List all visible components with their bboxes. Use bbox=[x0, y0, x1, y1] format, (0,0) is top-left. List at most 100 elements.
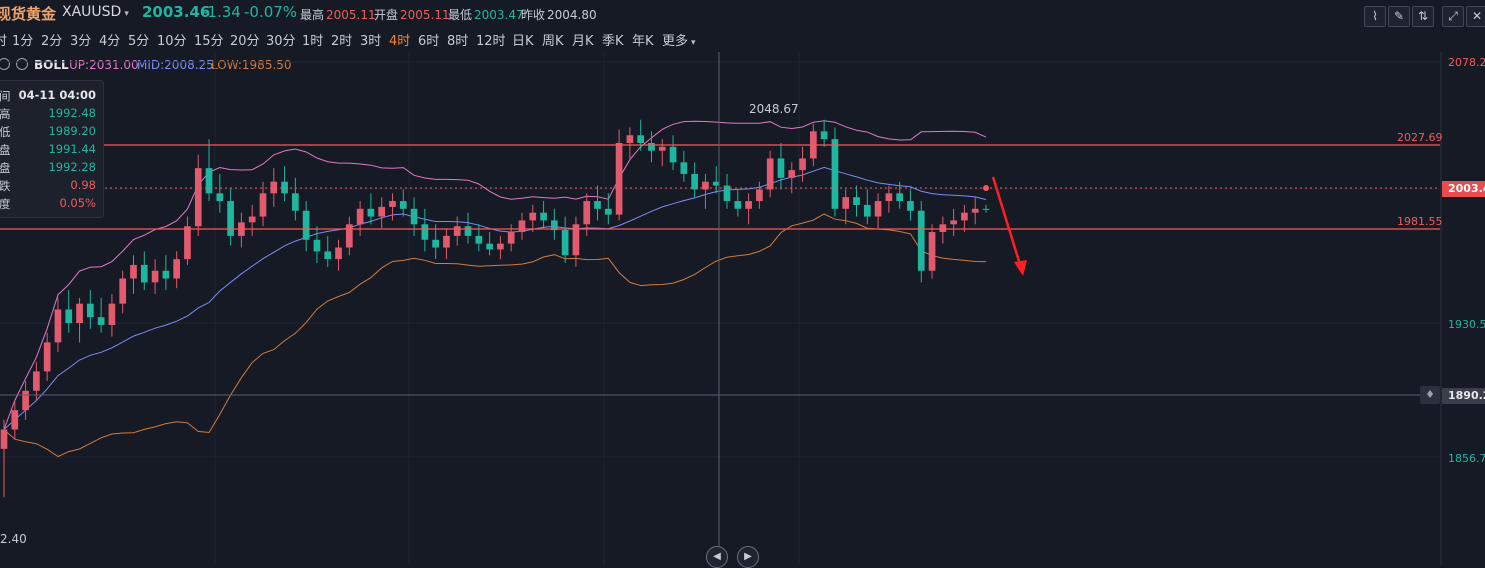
candle-body bbox=[540, 212, 547, 221]
tab-period[interactable]: 15分 bbox=[194, 30, 224, 49]
candle-body bbox=[410, 208, 418, 225]
candle-body bbox=[378, 206, 386, 217]
current-price-dot bbox=[983, 185, 989, 191]
candle-body bbox=[961, 212, 968, 221]
candle-body bbox=[205, 168, 213, 194]
candle-body bbox=[572, 224, 580, 256]
tab-period[interactable]: 8时 bbox=[447, 30, 468, 49]
candle-body bbox=[853, 197, 860, 205]
stat-label: 最高 bbox=[300, 8, 325, 22]
down-arrow-head bbox=[1014, 260, 1027, 276]
info-row-low: 低 1989.20 bbox=[0, 124, 103, 141]
axis-tick-label: 1930.5 bbox=[1448, 318, 1485, 331]
candle-body bbox=[475, 235, 483, 244]
boll-middle-band bbox=[3, 166, 987, 430]
info-value: 1992.48 bbox=[48, 106, 96, 120]
info-row-high: 高 1992.48 bbox=[0, 106, 103, 123]
stat-value: 2004.80 bbox=[547, 8, 597, 22]
candle-body bbox=[658, 146, 666, 151]
tab-period[interactable]: 日K bbox=[512, 30, 534, 49]
boll-up-value: UP:2031.00 bbox=[69, 58, 139, 72]
chevron-down-icon: ▾ bbox=[124, 9, 129, 19]
eye-icon[interactable] bbox=[16, 58, 28, 70]
candle-body bbox=[33, 371, 40, 391]
tab-period[interactable]: 周K bbox=[542, 30, 564, 49]
candle-body bbox=[259, 193, 267, 217]
stat-label: 昨收 bbox=[521, 8, 546, 22]
candles bbox=[0, 119, 990, 498]
tab-period[interactable]: 4分 bbox=[99, 30, 120, 49]
pencil-icon[interactable]: ✎ bbox=[1388, 6, 1410, 27]
candle-body bbox=[885, 193, 893, 202]
tab-period[interactable]: 20分 bbox=[230, 30, 260, 49]
tab-period[interactable]: 1时 bbox=[302, 30, 323, 49]
tab-period[interactable]: 时 bbox=[0, 30, 7, 49]
candle-body bbox=[745, 201, 752, 209]
gear-icon[interactable] bbox=[0, 58, 10, 70]
candle-body bbox=[896, 193, 904, 202]
candle-body bbox=[702, 181, 709, 190]
candle-body bbox=[216, 193, 224, 202]
candle-body bbox=[917, 210, 925, 271]
tab-period[interactable]: 月K bbox=[572, 30, 594, 49]
stat-open: 开盘 2005.11 bbox=[374, 6, 450, 23]
info-value: 04-11 04:00 bbox=[18, 88, 96, 102]
alert-bell-icon[interactable]: ♦ bbox=[1420, 386, 1440, 404]
price-change-percent: -0.07% bbox=[244, 3, 298, 21]
tab-period[interactable]: 5分 bbox=[128, 30, 149, 49]
tab-period[interactable]: 12时 bbox=[476, 30, 506, 49]
more-periods-dropdown[interactable]: 更多 ▾ bbox=[662, 30, 696, 49]
candle-body bbox=[227, 201, 234, 236]
candle-body bbox=[270, 181, 278, 194]
candle-body bbox=[184, 226, 191, 260]
tab-period[interactable]: 6时 bbox=[418, 30, 439, 49]
candle-body bbox=[626, 135, 634, 143]
tab-period-active[interactable]: 4时 bbox=[389, 30, 410, 49]
candle-body bbox=[831, 139, 839, 209]
candle-body bbox=[691, 173, 698, 190]
tab-period[interactable]: 3时 bbox=[360, 30, 381, 49]
candle-body bbox=[982, 208, 990, 210]
stat-low: 最低 2003.47 bbox=[448, 6, 524, 23]
candle-body bbox=[443, 235, 450, 248]
fullscreen-icon[interactable]: ⤢ bbox=[1442, 6, 1464, 27]
period-high-label: 2048.67 bbox=[749, 102, 799, 116]
candle-body bbox=[507, 232, 515, 244]
candle-body bbox=[76, 303, 83, 324]
candle-body bbox=[97, 317, 105, 325]
candle-body bbox=[162, 270, 170, 279]
stat-high: 最高 2005.11 bbox=[300, 6, 376, 23]
stat-label: 开盘 bbox=[374, 8, 399, 22]
tab-period[interactable]: 季K bbox=[602, 30, 624, 49]
down-arrow-line bbox=[991, 176, 1024, 272]
symbol-selector[interactable]: XAUUSD ▾ bbox=[62, 4, 129, 20]
tab-period[interactable]: 30分 bbox=[266, 30, 296, 49]
candle-body bbox=[43, 342, 51, 372]
candle-body bbox=[453, 226, 461, 236]
line-tool-icon[interactable]: ⌇ bbox=[1364, 6, 1386, 27]
settings-sliders-icon[interactable]: ⇅ bbox=[1412, 6, 1434, 27]
candle-body bbox=[518, 220, 526, 233]
candle-body bbox=[583, 201, 591, 225]
tab-period[interactable]: 2分 bbox=[41, 30, 62, 49]
info-label: 间 bbox=[0, 89, 11, 103]
chevron-down-icon: ▾ bbox=[691, 38, 696, 48]
candle-body bbox=[238, 222, 245, 236]
tab-period[interactable]: 2时 bbox=[331, 30, 352, 49]
tab-period[interactable]: 10分 bbox=[157, 30, 187, 49]
current-price-tag: 2003.46 bbox=[1442, 181, 1485, 197]
candle-body bbox=[637, 135, 645, 143]
left-low-label: 2.40 bbox=[0, 532, 27, 546]
tab-period[interactable]: 年K bbox=[632, 30, 654, 49]
tab-period[interactable]: 1分 bbox=[12, 30, 33, 49]
close-icon[interactable]: ✕ bbox=[1466, 6, 1485, 27]
axis-tick-label: 1856.70 bbox=[1448, 452, 1485, 465]
price-change: -1.34 bbox=[202, 3, 241, 21]
candle-body bbox=[497, 243, 504, 250]
candle-body bbox=[119, 278, 127, 304]
candle-body bbox=[140, 264, 148, 283]
candle-body bbox=[292, 193, 299, 211]
stat-prev-close: 昨收 2004.80 bbox=[521, 6, 597, 23]
tab-period[interactable]: 3分 bbox=[70, 30, 91, 49]
candle-body bbox=[399, 201, 407, 209]
